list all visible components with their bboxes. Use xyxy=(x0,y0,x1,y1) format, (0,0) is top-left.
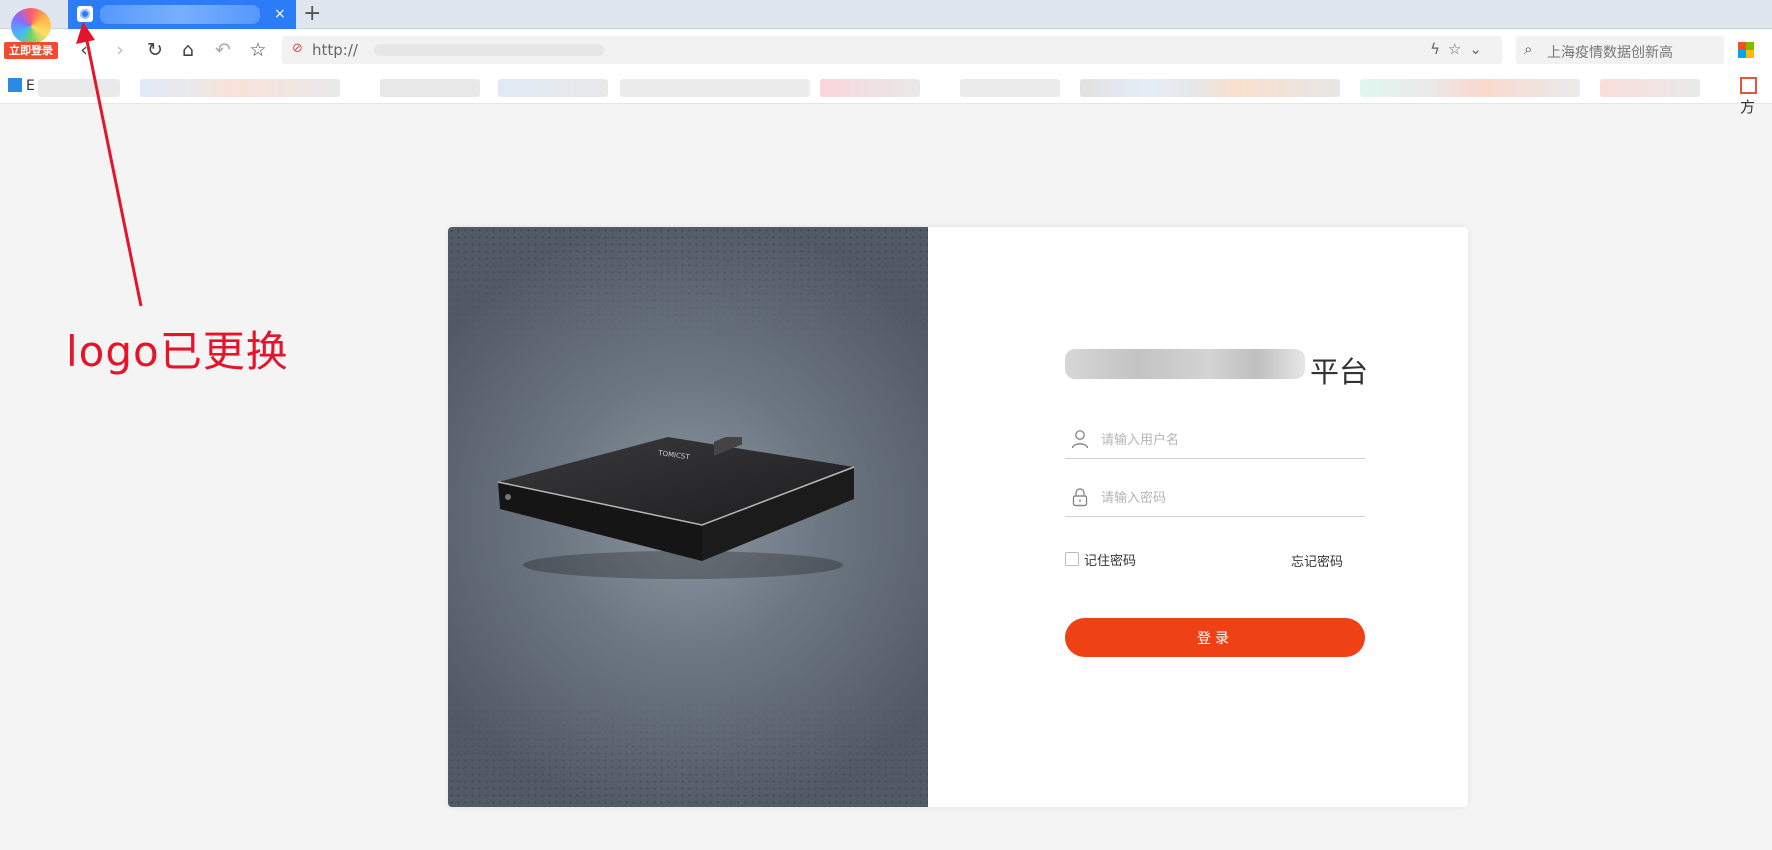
browser-logo[interactable]: 立即登录 xyxy=(4,8,58,60)
address-url: http:// xyxy=(312,41,358,59)
login-form: 平台 记住密码 忘记密码 登录 xyxy=(928,227,1468,807)
star-icon[interactable]: ☆ xyxy=(1448,40,1469,58)
browser-toolbar: ‹ › ↻ ⌂ ↶ ☆ ⊘ http:// ϟ☆⌄ ⌕ 上海疫情数据创新高 xyxy=(0,30,1772,70)
username-field[interactable] xyxy=(1065,423,1365,459)
bookmarks-bar: E 方 xyxy=(0,70,1772,116)
address-bar[interactable]: ⊘ http:// ϟ☆⌄ xyxy=(282,36,1502,64)
dot-pattern-top xyxy=(448,227,928,347)
undo-close-button[interactable]: ↶ xyxy=(211,38,235,62)
browser-logo-icon xyxy=(11,8,51,44)
password-input[interactable] xyxy=(1101,486,1351,510)
address-url-redacted xyxy=(374,44,604,56)
address-actions[interactable]: ϟ☆⌄ xyxy=(1430,40,1490,58)
login-card: TOMICST 平台 记住密码 忘记密码 登录 xyxy=(448,227,1468,807)
apps-icon[interactable] xyxy=(1738,42,1754,58)
bookmark-item-redacted[interactable] xyxy=(1600,79,1700,97)
login-badge[interactable]: 立即登录 xyxy=(4,42,58,59)
bookmark-item-redacted[interactable] xyxy=(380,79,480,97)
site-favicon-icon xyxy=(77,6,93,22)
title-visible-text: 平台 xyxy=(1310,355,1369,389)
user-icon xyxy=(1071,430,1089,449)
favorite-button[interactable]: ☆ xyxy=(246,38,270,62)
bookmark-item-redacted[interactable] xyxy=(960,79,1060,97)
remember-checkbox[interactable] xyxy=(1065,552,1079,566)
bookmark-item-redacted[interactable] xyxy=(620,79,810,97)
annotation-label: logo已更换 xyxy=(66,327,289,376)
search-placeholder: 上海疫情数据创新高 xyxy=(1547,45,1673,61)
bookmark-item-redacted[interactable] xyxy=(1080,79,1340,97)
lightning-icon[interactable]: ϟ xyxy=(1430,40,1448,58)
search-icon: ⌕ xyxy=(1524,40,1533,58)
insecure-lock-icon: ⊘ xyxy=(292,41,303,56)
back-button[interactable]: ‹ xyxy=(72,38,96,62)
bookmark-item-redacted[interactable] xyxy=(140,79,340,97)
bookmark-item[interactable]: E xyxy=(8,78,35,94)
home-button[interactable]: ⌂ xyxy=(176,38,200,62)
bookmark-item-redacted[interactable] xyxy=(38,79,120,97)
password-field[interactable] xyxy=(1065,481,1365,517)
forgot-password-link[interactable]: 忘记密码 xyxy=(1291,551,1343,570)
page-title: 平台 xyxy=(1065,347,1375,389)
title-redacted xyxy=(1065,349,1305,379)
tab-close-icon[interactable]: × xyxy=(274,5,286,23)
login-button[interactable]: 登录 xyxy=(1065,618,1365,657)
mini-pc-image: TOMICST xyxy=(498,437,855,579)
reload-button[interactable]: ↻ xyxy=(143,38,167,62)
dot-pattern-bottom xyxy=(448,687,928,807)
search-box[interactable]: ⌕ 上海疫情数据创新高 xyxy=(1516,36,1724,64)
browser-tab-bar: × + xyxy=(0,0,1772,29)
bookmark-item-redacted[interactable] xyxy=(820,79,920,97)
tab-title xyxy=(100,5,260,24)
bookmark-item[interactable]: 方 xyxy=(1740,77,1772,117)
remember-password[interactable]: 记住密码 xyxy=(1065,550,1137,569)
username-input[interactable] xyxy=(1101,428,1351,452)
bookmark-item-redacted[interactable] xyxy=(498,79,608,97)
remember-label: 记住密码 xyxy=(1084,553,1137,569)
active-tab[interactable]: × xyxy=(68,0,296,29)
forward-button[interactable]: › xyxy=(108,38,132,62)
lock-icon xyxy=(1072,488,1088,507)
product-hero-panel: TOMICST xyxy=(448,227,928,807)
bookmark-item-redacted[interactable] xyxy=(1360,79,1580,97)
chevron-down-icon[interactable]: ⌄ xyxy=(1469,40,1490,58)
new-tab-button[interactable]: + xyxy=(303,2,321,26)
